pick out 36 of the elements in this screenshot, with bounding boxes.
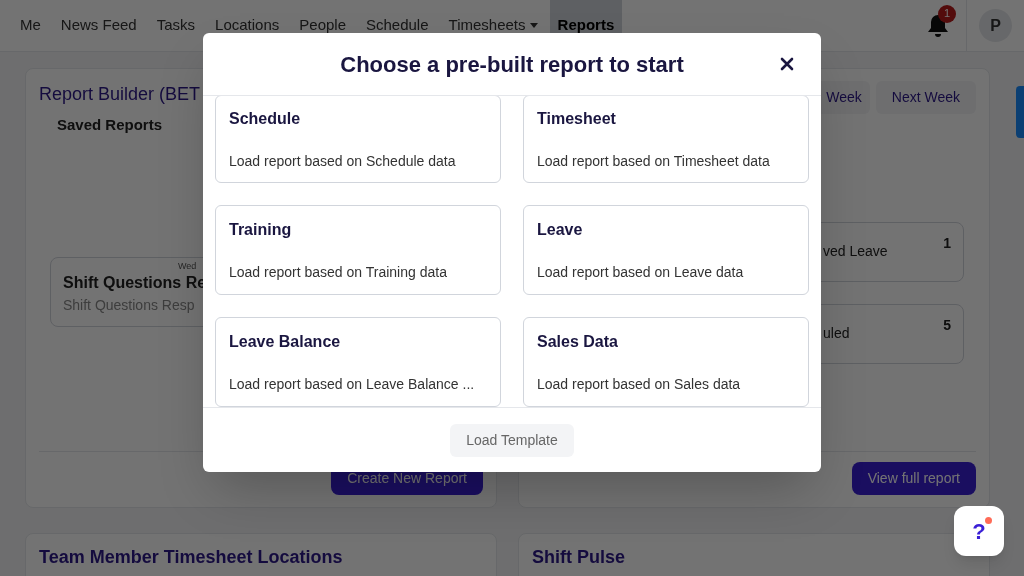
- user-avatar[interactable]: P: [979, 9, 1012, 42]
- template-name: Schedule: [229, 108, 302, 129]
- view-report-button[interactable]: View full report: [851, 462, 976, 495]
- row-label: uled: [823, 324, 850, 343]
- template-card[interactable]: Leave Load report based on Leave data: [523, 205, 809, 295]
- card-title: Team Member Timesheet Locations: [39, 547, 343, 567]
- help-button[interactable]: ?: [954, 506, 1004, 556]
- week-button[interactable]: Next Week: [875, 81, 976, 114]
- card-title: Shift Pulse: [532, 547, 625, 567]
- nav-tab[interactable]: Timesheets: [440, 0, 546, 51]
- template-description: Load report based on Schedule data: [229, 151, 457, 171]
- template-name: Leave Balance: [229, 331, 342, 352]
- row-count: 1: [943, 234, 951, 253]
- load-template-button[interactable]: Load Template: [450, 423, 574, 457]
- template-description: Load report based on Timesheet data: [537, 151, 771, 171]
- close-icon[interactable]: [780, 57, 794, 71]
- card-title: Report Builder (BET: [39, 83, 202, 106]
- template-description: Load report based on Leave data: [537, 262, 745, 282]
- template-card[interactable]: Sales Data Load report based on Sales data: [523, 317, 809, 407]
- row-label: ved Leave: [823, 242, 888, 261]
- template-name: Timesheet: [537, 108, 617, 129]
- template-name: Training: [229, 219, 293, 240]
- template-card[interactable]: Leave Balance Load report based on Leave Balance ...: [215, 317, 501, 407]
- template-name: Leave: [537, 219, 584, 240]
- template-card[interactable]: Training Load report based on Training data: [215, 205, 501, 295]
- section-heading: Saved Reports: [57, 115, 163, 135]
- template-description: Load report based on Sales data: [537, 374, 742, 394]
- row-count: 5: [943, 316, 951, 335]
- notification-badge: 1: [938, 4, 956, 23]
- nav-tab[interactable]: Me: [12, 0, 49, 51]
- modal-title: Choose a pre-built report to start: [340, 50, 684, 79]
- template-description: Load report based on Leave Balance ...: [229, 374, 476, 394]
- nav-tab[interactable]: News Feed: [52, 0, 145, 51]
- report-date: Wed: [178, 261, 197, 271]
- nav-tab[interactable]: Tasks: [148, 0, 204, 51]
- template-name: Sales Data: [537, 331, 619, 352]
